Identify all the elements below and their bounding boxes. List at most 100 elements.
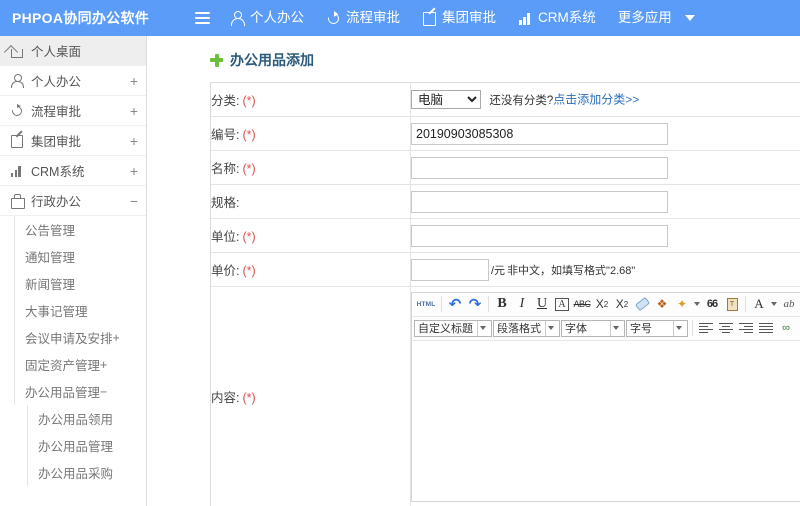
align-justify-icon (759, 322, 773, 334)
sidebar-subitem-events[interactable]: 大事记管理 (0, 297, 146, 324)
sidebar-subitem-office-supplies[interactable]: 办公用品管理 − (0, 378, 146, 405)
sidebar-toggle[interactable]: − (122, 193, 146, 209)
sidebar-subitem-toggle[interactable]: − (100, 385, 107, 399)
table-row: 名称: (*) (210, 150, 800, 185)
sidebar-item-crm-system[interactable]: CRM系统 + (0, 156, 146, 186)
sidebar-subitem-announcement[interactable]: 公告管理 (0, 216, 146, 243)
sidebar-subitem-supplies-purchase[interactable]: 办公用品采购 (0, 459, 146, 486)
boxed-a-button[interactable]: A (552, 294, 572, 314)
align-right-icon (739, 322, 753, 334)
nav-item-personal-office[interactable]: 个人办公 (219, 0, 315, 36)
sidebar-subitem-fixed-assets[interactable]: 固定资产管理 + (0, 351, 146, 378)
align-left-button[interactable] (696, 318, 716, 338)
label-code: 编号: (*) (210, 116, 411, 151)
clipboard-icon: T (726, 297, 738, 311)
paste-text-button[interactable]: T (722, 294, 742, 314)
value-category: 电脑 还没有分类?点击添加分类>> (410, 82, 800, 117)
sidebar-subitem-notice[interactable]: 通知管理 (0, 243, 146, 270)
sidebar-item-process-approval[interactable]: 流程审批 + (0, 96, 146, 126)
nav-label: 流程审批 (346, 10, 400, 25)
sidebar-item-group-approval[interactable]: 集团审批 + (0, 126, 146, 156)
boxed-a-glyph: A (555, 297, 569, 311)
underline-button[interactable]: U (532, 294, 552, 314)
hamburger-line (194, 22, 210, 24)
editor-content-area[interactable] (412, 340, 800, 501)
chevron-down-icon[interactable] (545, 320, 556, 336)
subscript-button[interactable]: X2 (612, 294, 632, 314)
nav-item-more-apps[interactable]: 更多应用 (607, 0, 706, 36)
html-source-button[interactable]: HTML (414, 294, 438, 314)
nav-item-process-approval[interactable]: 流程审批 (315, 0, 411, 36)
align-center-button[interactable] (716, 318, 736, 338)
main-content: 办公用品添加 分类:(*) 电脑 还没有分类?点击添加分类>> 编号:(*) (148, 36, 800, 506)
sidebar-item-administrative-office[interactable]: 行政办公 − (0, 186, 146, 216)
field-label: 单位: (211, 230, 240, 244)
required-marker: (*) (242, 94, 256, 108)
sidebar-subitem-label: 公告管理 (25, 224, 76, 238)
sidebar-toggle[interactable]: + (122, 163, 146, 179)
nav-label: 个人办公 (250, 10, 304, 25)
sidebar-subitem-label: 通知管理 (25, 251, 76, 265)
nav-item-crm-system[interactable]: CRM系统 (507, 0, 607, 36)
sidebar-subitem-toggle[interactable]: + (100, 358, 107, 372)
chevron-down-icon[interactable] (771, 302, 777, 306)
required-marker: (*) (242, 230, 256, 244)
nav-label: 更多应用 (617, 10, 672, 25)
spec-input[interactable] (411, 190, 668, 213)
label-content: 内容: (*) (210, 286, 411, 506)
chevron-down-icon[interactable] (477, 320, 488, 336)
field-label: 内容: (211, 391, 240, 405)
sidebar-toggle[interactable]: + (122, 103, 146, 119)
home-icon (10, 44, 24, 58)
sidebar-subitem-supplies-requisition[interactable]: 办公用品领用 (0, 405, 146, 432)
chevron-down-icon[interactable] (610, 320, 621, 336)
code-input[interactable] (411, 122, 668, 145)
sidebar-subitem-meeting[interactable]: 会议申请及安排 + (0, 324, 146, 351)
eraser-button[interactable] (632, 294, 652, 314)
unit-input[interactable] (411, 224, 668, 247)
paintbrush-button[interactable]: ❖ (652, 294, 672, 314)
sidebar-item-personal-office[interactable]: 个人办公 + (0, 66, 146, 96)
sidebar-subitem-toggle[interactable]: + (113, 331, 120, 345)
name-input[interactable] (411, 156, 668, 179)
font-size-select[interactable]: 字号 (626, 319, 688, 337)
chevron-down-icon[interactable] (684, 15, 695, 21)
magic-wand-button[interactable]: ✦ (672, 294, 692, 314)
category-select[interactable]: 电脑 (411, 90, 481, 109)
chevron-down-icon[interactable] (694, 302, 700, 306)
sidebar-toggle[interactable]: + (122, 73, 146, 89)
italic-button[interactable]: I (512, 294, 532, 314)
sidebar-toggle[interactable]: + (122, 133, 146, 149)
link-button[interactable]: ∞ (776, 318, 796, 338)
table-row: 内容: (*) HTML ↶ ↷ B I U A ABC X2 X 2 ❖ ✦ … (210, 286, 800, 506)
field-label: 名称: (211, 162, 240, 176)
sidebar-item-personal-desktop[interactable]: 个人桌面 (0, 36, 146, 66)
font-family-select[interactable]: 字体 (561, 319, 625, 337)
nav-label: CRM系统 (538, 10, 596, 25)
chevron-down-icon[interactable] (673, 320, 684, 336)
align-justify-button[interactable] (756, 318, 776, 338)
nav-item-group-approval[interactable]: 集团审批 (411, 0, 507, 36)
paragraph-format-select[interactable]: 段落格式 (493, 319, 560, 337)
bold-button[interactable]: B (492, 294, 512, 314)
price-input[interactable] (411, 258, 489, 281)
highlight-color-button[interactable]: ab (779, 294, 799, 314)
required-marker: (*) (242, 128, 256, 142)
superscript-button[interactable]: X2 (592, 294, 612, 314)
hamburger-icon[interactable] (185, 12, 219, 24)
custom-title-select[interactable]: 自定义标题 (414, 319, 492, 337)
add-category-link[interactable]: 点击添加分类>> (553, 93, 639, 107)
sidebar-subitem-news[interactable]: 新闻管理 (0, 270, 146, 297)
app-brand-title: PHPOA协同办公软件 (12, 10, 150, 26)
user-icon (10, 73, 24, 88)
label-spec: 规格: (210, 184, 411, 219)
price-hint: 非中文，如填写格式"2.68" (507, 264, 636, 277)
strikethrough-button[interactable]: ABC (572, 294, 592, 314)
blockquote-button[interactable]: 66 (702, 294, 722, 314)
undo-button[interactable]: ↶ (445, 294, 465, 314)
redo-button[interactable]: ↷ (465, 294, 485, 314)
align-right-button[interactable] (736, 318, 756, 338)
font-color-button[interactable]: A (749, 294, 769, 314)
sidebar-subitem-label: 固定资产管理 (25, 359, 101, 373)
sidebar-subitem-supplies-management[interactable]: 办公用品管理 (0, 432, 146, 459)
